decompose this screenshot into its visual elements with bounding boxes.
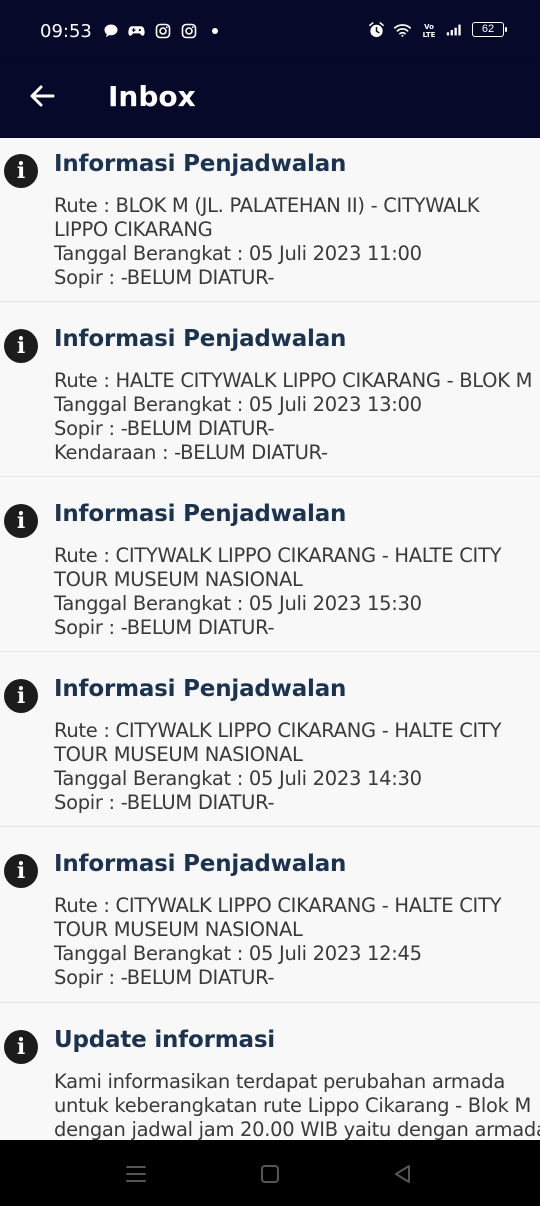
message-line: TOUR MUSEUM NASIONAL xyxy=(54,568,303,591)
status-bar: 09:53 Vo LTE 62 xyxy=(0,0,540,58)
inbox-message[interactable]: i Informasi Penjadwalan Rute : CITYWALK … xyxy=(0,827,540,1003)
inbox-message[interactable]: i Informasi Penjadwalan Rute : CITYWALK … xyxy=(0,652,540,827)
triangle-back-icon xyxy=(395,1165,410,1183)
volte-icon: Vo LTE xyxy=(420,21,437,38)
wifi-icon xyxy=(394,21,411,38)
message-title: Informasi Penjadwalan xyxy=(54,501,347,527)
message-title: Informasi Penjadwalan xyxy=(54,676,347,702)
message-line: Tanggal Berangkat : 05 Juli 2023 12:45 xyxy=(54,942,422,965)
inbox-message[interactable]: i Informasi Penjadwalan Rute : HALTE CIT… xyxy=(0,302,540,477)
message-body: Rute : CITYWALK LIPPO CIKARANG - HALTE C… xyxy=(54,719,536,815)
info-icon: i xyxy=(4,504,38,538)
gamepad-icon xyxy=(128,22,145,39)
info-icon: i xyxy=(4,854,38,888)
message-body: Rute : BLOK M (JL. PALATEHAN II) - CITYW… xyxy=(54,194,536,290)
menu-icon xyxy=(126,1166,146,1182)
message-line: LIPPO CIKARANG xyxy=(54,218,213,241)
instagram-icon xyxy=(154,22,171,39)
message-line: TOUR MUSEUM NASIONAL xyxy=(54,743,303,766)
svg-text:LTE: LTE xyxy=(422,31,435,38)
signal-icon xyxy=(446,21,463,38)
message-line: untuk keberangkatan rute Lippo Cikarang … xyxy=(54,1094,532,1117)
message-line: Rute : HALTE CITYWALK LIPPO CIKARANG - B… xyxy=(54,369,533,392)
message-line: Sopir : -BELUM DIATUR- xyxy=(54,966,275,989)
message-line: TOUR MUSEUM NASIONAL xyxy=(54,918,303,941)
battery-icon: 62 xyxy=(472,22,507,37)
message-body: Rute : CITYWALK LIPPO CIKARANG - HALTE C… xyxy=(54,544,536,640)
navigation-bar xyxy=(0,1140,540,1206)
message-body: Rute : HALTE CITYWALK LIPPO CIKARANG - B… xyxy=(54,369,536,465)
page-title: Inbox xyxy=(108,80,196,113)
message-line: Tanggal Berangkat : 05 Juli 2023 15:30 xyxy=(54,592,422,615)
chat-bubble-icon xyxy=(102,22,119,39)
notification-icons xyxy=(102,22,223,39)
system-icons: Vo LTE 62 xyxy=(368,21,507,38)
message-body: Rute : CITYWALK LIPPO CIKARANG - HALTE C… xyxy=(54,894,536,990)
info-icon: i xyxy=(4,154,38,188)
message-line: Rute : CITYWALK LIPPO CIKARANG - HALTE C… xyxy=(54,544,502,567)
app-bar: Inbox xyxy=(0,58,540,138)
inbox-list[interactable]: i Informasi Penjadwalan Rute : BLOK M (J… xyxy=(0,138,540,1140)
arrow-left-icon xyxy=(30,85,55,107)
message-line: Kendaraan : -BELUM DIATUR- xyxy=(54,441,328,464)
message-line: Tanggal Berangkat : 05 Juli 2023 13:00 xyxy=(54,393,422,416)
inbox-message[interactable]: i Informasi Penjadwalan Rute : BLOK M (J… xyxy=(0,138,540,302)
message-line: Sopir : -BELUM DIATUR- xyxy=(54,266,275,289)
message-line: Rute : CITYWALK LIPPO CIKARANG - HALTE C… xyxy=(54,894,502,917)
message-line: Rute : CITYWALK LIPPO CIKARANG - HALTE C… xyxy=(54,719,502,742)
info-icon: i xyxy=(4,329,38,363)
message-line: Tanggal Berangkat : 05 Juli 2023 11:00 xyxy=(54,242,422,265)
square-icon xyxy=(261,1165,279,1183)
back-nav-button[interactable] xyxy=(389,1160,417,1188)
message-line: Rute : BLOK M (JL. PALATEHAN II) - CITYW… xyxy=(54,194,480,217)
message-line: Kami informasikan terdapat perubahan arm… xyxy=(54,1070,505,1093)
inbox-message[interactable]: i Update informasi Kami informasikan ter… xyxy=(0,1003,540,1140)
message-body: Kami informasikan terdapat perubahan arm… xyxy=(54,1070,540,1140)
status-time: 09:53 xyxy=(40,21,92,42)
recents-button[interactable] xyxy=(122,1160,150,1188)
message-title: Informasi Penjadwalan xyxy=(54,326,347,352)
message-line: Sopir : -BELUM DIATUR- xyxy=(54,616,275,639)
info-icon: i xyxy=(4,1030,38,1064)
message-title: Update informasi xyxy=(54,1027,275,1053)
instagram-icon xyxy=(180,22,197,39)
home-button[interactable] xyxy=(256,1160,284,1188)
svg-text:Vo: Vo xyxy=(424,23,434,31)
message-line: Sopir : -BELUM DIATUR- xyxy=(54,791,275,814)
alarm-icon xyxy=(368,21,385,38)
message-line: Tanggal Berangkat : 05 Juli 2023 14:30 xyxy=(54,767,422,790)
dot-icon xyxy=(206,22,223,39)
message-title: Informasi Penjadwalan xyxy=(54,151,347,177)
info-icon: i xyxy=(4,679,38,713)
message-line: Sopir : -BELUM DIATUR- xyxy=(54,417,275,440)
inbox-message[interactable]: i Informasi Penjadwalan Rute : CITYWALK … xyxy=(0,477,540,652)
message-title: Informasi Penjadwalan xyxy=(54,851,347,877)
message-line: dengan jadwal jam 20.00 WIB yaitu dengan… xyxy=(54,1118,540,1140)
back-button[interactable] xyxy=(26,80,58,112)
